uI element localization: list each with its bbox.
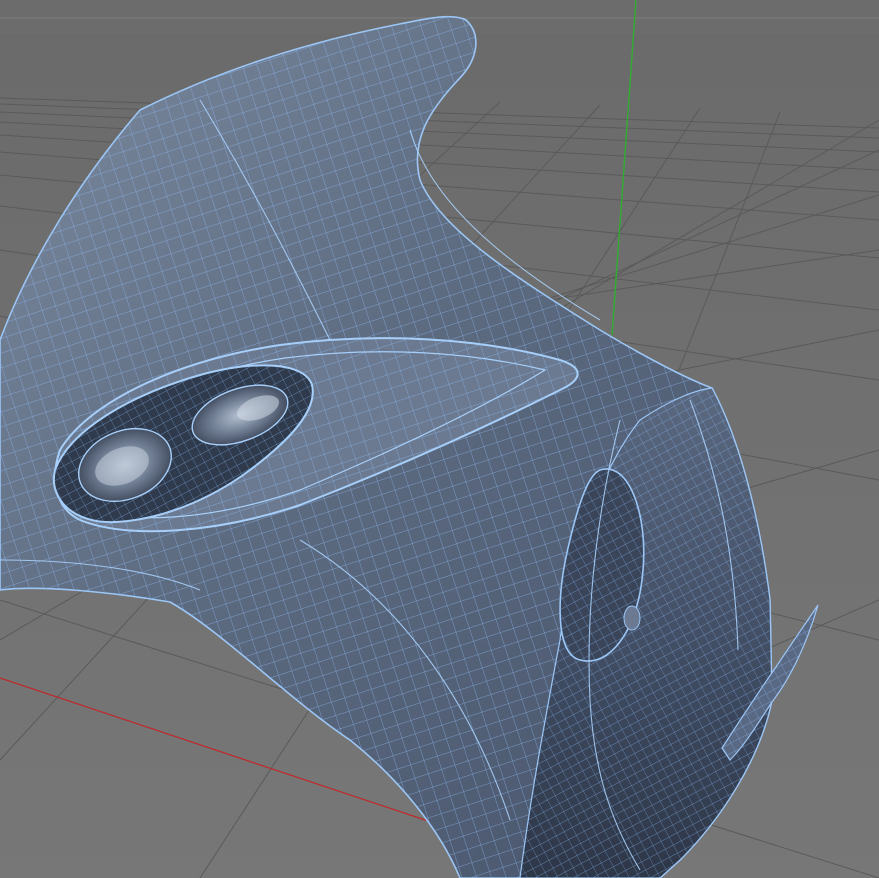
3d-viewport[interactable] [0,0,879,878]
viewport-canvas[interactable] [0,0,879,878]
side-recess-knob [623,605,641,631]
